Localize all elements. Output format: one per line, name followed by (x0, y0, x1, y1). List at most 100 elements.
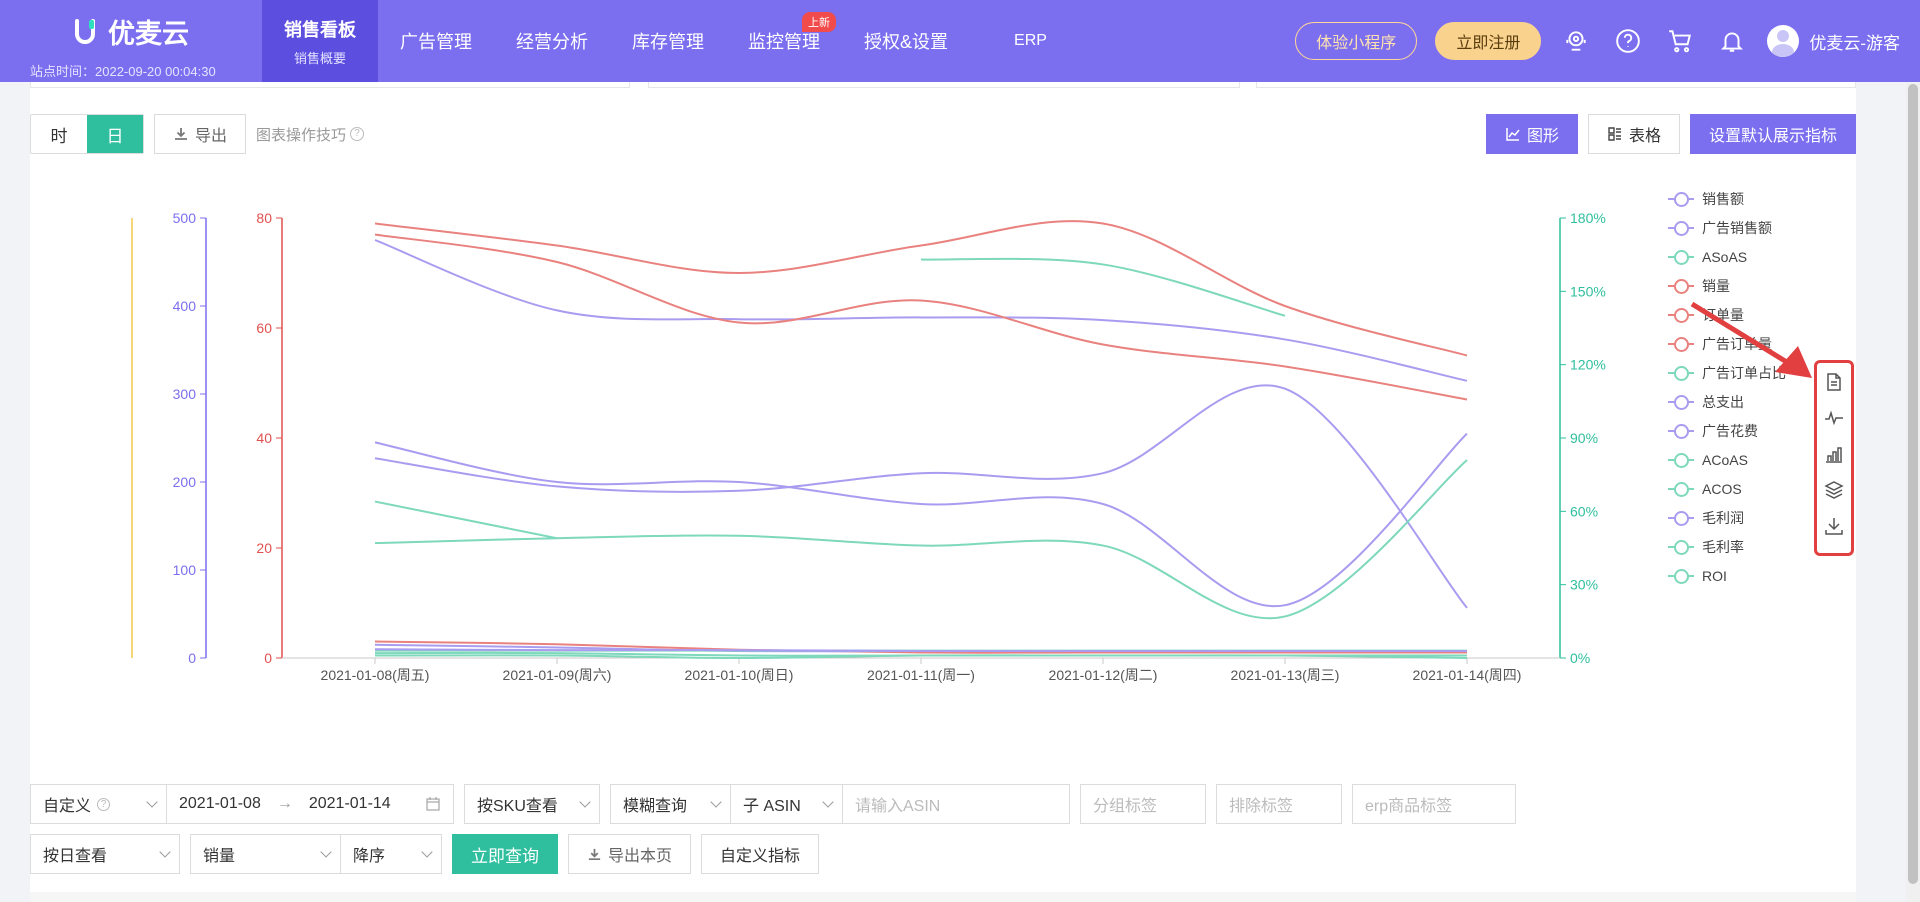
customer-service-icon[interactable] (1559, 24, 1593, 58)
question-icon: ? (97, 797, 111, 811)
y-tick-label: 300 (173, 386, 197, 402)
y-tick-label: 400 (173, 298, 197, 314)
download-icon (588, 848, 601, 860)
legend-item[interactable]: 毛利率 (1668, 532, 1786, 561)
legend-label: ACOS (1702, 480, 1742, 497)
mini-program-button[interactable]: 体验小程序 (1295, 22, 1418, 60)
bar-switch-icon[interactable] (1817, 437, 1851, 471)
nav-auth-settings[interactable]: 授权&设置 (842, 0, 970, 82)
nav-label: 广告管理 (400, 32, 472, 52)
nav-label: ERP (1014, 32, 1047, 49)
period-select[interactable]: 按日查看 (30, 834, 180, 874)
nav-erp[interactable]: ERP (970, 0, 1091, 82)
y-tick-label: 200 (173, 474, 197, 490)
summary-cards-edge (30, 82, 1856, 90)
x-tick-label: 2021-01-14(周四) (1413, 667, 1522, 683)
asin-placeholder: 请输入ASIN (855, 798, 941, 815)
nav-business-analysis[interactable]: 经营分析 (494, 0, 610, 82)
match-mode-value: 模糊查询 (623, 798, 688, 815)
date-mode-value: 自定义 (43, 798, 92, 815)
set-default-metrics-button[interactable]: 设置默认展示指标 (1689, 114, 1856, 154)
granularity-hour[interactable]: 时 (31, 115, 87, 153)
nav-sub-label: 销售概要 (293, 50, 346, 66)
brand-logo: 优麦云 (30, 12, 250, 51)
sort-field-select[interactable]: 销量 (191, 835, 341, 873)
legend-item[interactable]: 毛利润 (1668, 503, 1786, 532)
legend-item[interactable]: ACOS (1668, 474, 1786, 503)
x-tick-label: 2021-01-12(周二) (1049, 667, 1158, 683)
legend-item[interactable]: 总支出 (1668, 387, 1786, 416)
legend-item[interactable]: ACoAS (1668, 445, 1786, 474)
nav-ad-management[interactable]: 广告管理 (378, 0, 494, 82)
sort-order-select[interactable]: 降序 (341, 835, 441, 873)
granularity-day[interactable]: 日 (87, 115, 143, 153)
graph-view-button[interactable]: 图形 (1485, 114, 1578, 154)
granularity-toggle: 时 日 (30, 114, 144, 154)
y-tick-label: 20 (256, 540, 272, 556)
legend-marker (1668, 394, 1694, 410)
custom-metrics-button[interactable]: 自定义指标 (701, 834, 820, 874)
sales-line-chart: 5004003002001000806040200180%150%120%90%… (131, 210, 1606, 683)
table-icon (1608, 127, 1621, 141)
chevron-down-icon (710, 796, 722, 808)
legend-marker (1668, 220, 1694, 236)
legend-label: 毛利润 (1702, 509, 1744, 526)
export-page-button[interactable]: 导出本页 (568, 834, 692, 874)
page-scrollbar[interactable] (1906, 82, 1920, 902)
help-icon[interactable] (1611, 24, 1645, 58)
erp-tag-placeholder: erp商品标签 (1365, 798, 1453, 815)
scrollbar-thumb[interactable] (1908, 84, 1918, 884)
view-by-select[interactable]: 按SKU查看 (464, 784, 600, 824)
chevron-down-icon (159, 846, 171, 858)
bell-icon[interactable] (1715, 24, 1749, 58)
date-range-inputs[interactable]: 2021-01-08 → 2021-01-14 (167, 785, 453, 823)
legend-item[interactable]: 销售额 (1668, 184, 1786, 213)
y-tick-label: 40 (256, 430, 272, 446)
cart-icon[interactable] (1663, 24, 1697, 58)
top-navigation-bar: 优麦云 站点时间：2022-09-20 00:04:30 销售看板 销售概要 广… (0, 0, 1920, 82)
table-label: 表格 (1628, 128, 1661, 145)
match-mode-select[interactable]: 模糊查询 (611, 785, 731, 823)
series-line (374, 500, 558, 540)
table-view-button[interactable]: 表格 (1587, 114, 1680, 154)
export-page-label: 导出本页 (608, 848, 673, 865)
query-button[interactable]: 立即查询 (452, 834, 558, 874)
register-button[interactable]: 立即注册 (1435, 22, 1542, 60)
erp-tag-input[interactable]: erp商品标签 (1352, 784, 1516, 824)
brand[interactable]: 优麦云 站点时间：2022-09-20 00:04:30 (30, 12, 250, 80)
user-menu[interactable]: 优麦云-游客 (1767, 25, 1900, 57)
save-image-icon[interactable] (1817, 509, 1851, 543)
y-tick-label: 500 (173, 210, 197, 226)
legend-item[interactable]: 广告花费 (1668, 416, 1786, 445)
nav-label: 库存管理 (632, 32, 704, 52)
nav-sales-board[interactable]: 销售看板 销售概要 (262, 0, 378, 82)
y-tick-label: 100 (173, 562, 197, 578)
export-button[interactable]: 导出 (154, 114, 247, 154)
asin-input[interactable]: 请输入ASIN (843, 785, 1069, 823)
legend-item[interactable]: 销量 (1668, 271, 1786, 300)
line-switch-icon[interactable] (1817, 401, 1851, 435)
asin-type-select[interactable]: 子 ASIN (731, 785, 843, 823)
series-line (374, 648, 1467, 653)
group-tag-input[interactable]: 分组标签 (1080, 784, 1206, 824)
legend-item[interactable]: 广告销售额 (1668, 213, 1786, 242)
legend-item[interactable]: ROI (1668, 561, 1786, 590)
chevron-down-icon (822, 796, 834, 808)
exclude-tag-input[interactable]: 排除标签 (1216, 784, 1342, 824)
y-tick-label: 180% (1570, 210, 1606, 226)
nav-inventory[interactable]: 库存管理 (610, 0, 726, 82)
data-view-icon[interactable] (1817, 365, 1851, 399)
legend-item[interactable]: ASoAS (1668, 242, 1786, 271)
sales-chart-panel: 时 日 导出 图表操作技巧 ? 图形 表格 设置默认展示指标 500 400 300… (30, 82, 1856, 902)
date-mode-select[interactable]: 自定义 ? (31, 785, 167, 823)
series-line (374, 384, 1468, 609)
y-tick-label: 90% (1570, 430, 1598, 446)
site-time: 站点时间：2022-09-20 00:04:30 (30, 64, 216, 79)
sort-group: 销量 降序 (190, 834, 442, 874)
stack-icon[interactable] (1817, 473, 1851, 507)
chart-tips[interactable]: 图表操作技巧 ? (256, 124, 365, 145)
chart-tips-label: 图表操作技巧 (256, 126, 347, 144)
chart-toolbar-left: 时 日 导出 图表操作技巧 ? (30, 114, 365, 154)
nav-monitoring[interactable]: 监控管理 上新 (726, 0, 842, 82)
exclude-tag-placeholder: 排除标签 (1229, 798, 1294, 815)
